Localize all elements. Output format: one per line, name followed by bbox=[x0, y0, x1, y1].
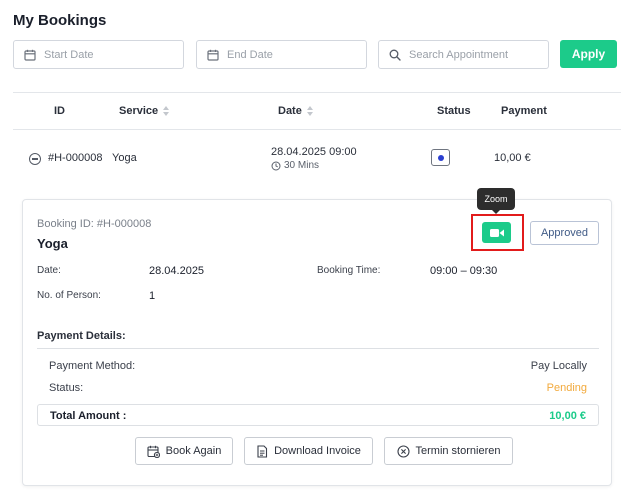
book-again-label: Book Again bbox=[165, 445, 222, 457]
calendar-icon bbox=[147, 445, 160, 458]
calendar-icon bbox=[24, 49, 36, 61]
table-row[interactable]: #H-000008 Yoga 28.04.2025 09:00 30 Mins … bbox=[13, 130, 621, 188]
minus-circle-icon[interactable] bbox=[29, 153, 41, 165]
booking-time-label: Booking Time: bbox=[317, 265, 381, 276]
book-again-button[interactable]: Book Again bbox=[135, 437, 233, 465]
sort-icon[interactable] bbox=[306, 106, 314, 116]
persons-label: No. of Person: bbox=[37, 290, 101, 301]
column-header-date-label: Date bbox=[278, 105, 302, 117]
payment-method-label: Payment Method: bbox=[49, 360, 136, 372]
payment-cell: 10,00 € bbox=[494, 152, 531, 164]
date-value: 28.04.2025 bbox=[149, 265, 205, 277]
persons-value: 1 bbox=[149, 290, 156, 302]
start-date-input[interactable] bbox=[44, 48, 183, 61]
column-header-payment: Payment bbox=[501, 105, 547, 117]
zoom-tooltip: Zoom bbox=[477, 188, 515, 214]
date-cell: 28.04.2025 09:00 bbox=[271, 146, 357, 158]
column-header-service-label: Service bbox=[119, 105, 159, 117]
duration-text: 30 Mins bbox=[284, 160, 320, 171]
column-header-status-label: Status bbox=[437, 105, 471, 117]
payment-details-title: Payment Details: bbox=[37, 330, 126, 342]
column-header-status: Status bbox=[437, 105, 471, 117]
service-name: Yoga bbox=[37, 236, 68, 251]
column-header-id: ID bbox=[54, 105, 65, 117]
clock-icon bbox=[271, 161, 281, 170]
divider bbox=[37, 348, 599, 349]
video-camera-icon bbox=[489, 228, 504, 237]
payment-status-label: Status: bbox=[49, 382, 84, 394]
column-header-date[interactable]: Date bbox=[278, 105, 314, 117]
total-amount-value: 10,00 € bbox=[549, 410, 586, 422]
status-indicator bbox=[431, 149, 450, 166]
duration-cell: 30 Mins bbox=[271, 160, 319, 171]
download-invoice-button[interactable]: Download Invoice bbox=[244, 437, 373, 465]
cancel-appointment-label: Termin stornieren bbox=[415, 445, 501, 457]
booking-id-cell: #H-000008 bbox=[48, 152, 103, 164]
column-header-payment-label: Payment bbox=[501, 105, 547, 117]
cancel-appointment-button[interactable]: Termin stornieren bbox=[384, 437, 513, 465]
search-field[interactable] bbox=[378, 40, 549, 69]
search-icon bbox=[389, 49, 401, 61]
invoice-icon bbox=[257, 444, 268, 458]
column-header-service[interactable]: Service bbox=[119, 105, 170, 117]
date-label: Date: bbox=[37, 265, 61, 276]
x-circle-icon bbox=[396, 444, 410, 458]
download-invoice-label: Download Invoice bbox=[274, 445, 361, 457]
sort-icon[interactable] bbox=[163, 106, 170, 116]
payment-status-value: Pending bbox=[546, 382, 587, 394]
start-date-field[interactable] bbox=[13, 40, 184, 69]
total-amount-label: Total Amount : bbox=[50, 410, 127, 422]
total-amount-row: Total Amount : 10,00 € bbox=[37, 404, 599, 426]
end-date-input[interactable] bbox=[227, 48, 366, 61]
booking-id-label: Booking ID: #H-000008 bbox=[37, 218, 152, 230]
table-header: ID Service Date Status Payment bbox=[13, 92, 621, 130]
status-badge: Approved bbox=[530, 221, 599, 245]
column-header-id-label: ID bbox=[54, 105, 65, 117]
end-date-field[interactable] bbox=[196, 40, 367, 69]
calendar-icon bbox=[207, 49, 219, 61]
service-cell: Yoga bbox=[112, 152, 137, 164]
booking-time-value: 09:00 – 09:30 bbox=[430, 265, 498, 277]
zoom-meeting-button[interactable] bbox=[482, 222, 511, 243]
search-input[interactable] bbox=[409, 48, 548, 61]
apply-button[interactable]: Apply bbox=[560, 40, 617, 68]
payment-method-value: Pay Locally bbox=[530, 360, 587, 372]
booking-detail-card: Booking ID: #H-000008 Yoga Approved Date… bbox=[22, 199, 612, 486]
page-title: My Bookings bbox=[13, 12, 107, 29]
